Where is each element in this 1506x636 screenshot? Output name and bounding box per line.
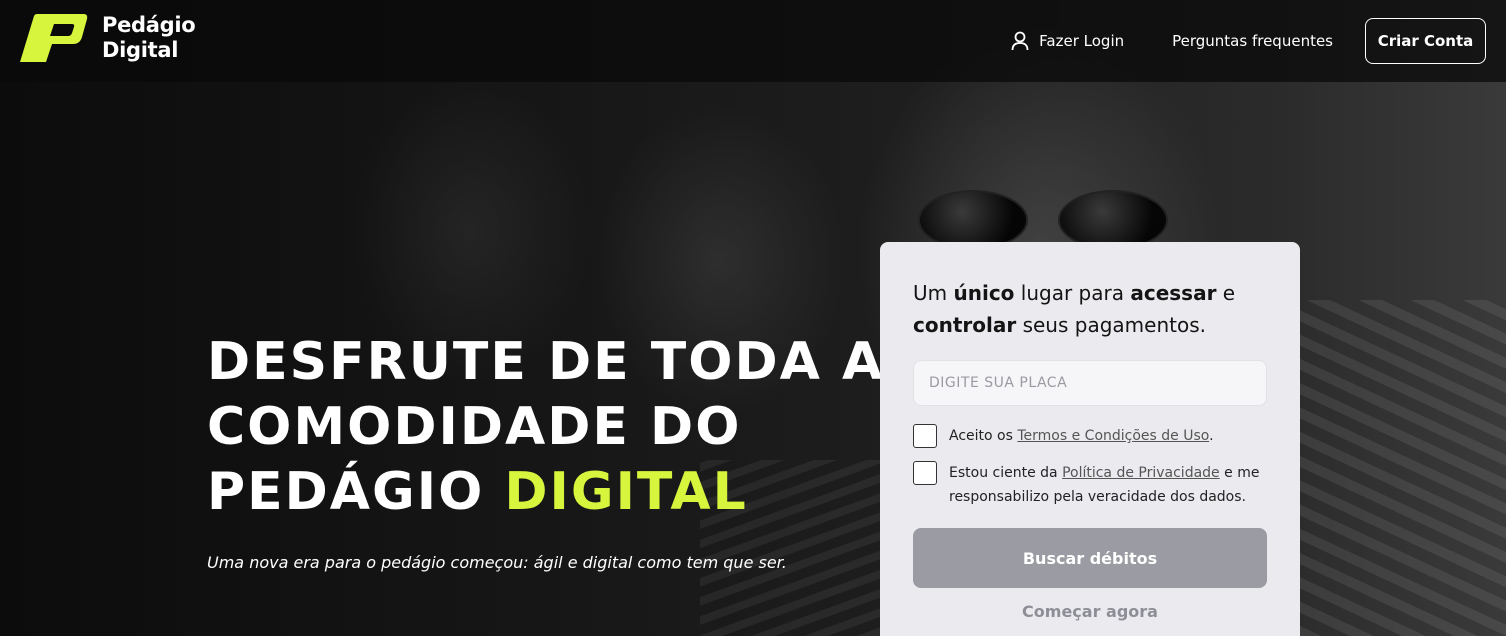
title-text: seus pagamentos.	[1022, 313, 1206, 337]
login-link[interactable]: Fazer Login	[1011, 31, 1124, 51]
brand-name-line1: Pedágio	[102, 13, 196, 37]
terms-suffix: .	[1209, 428, 1214, 444]
sunglasses-image	[918, 190, 1168, 250]
logo-mark-icon	[20, 14, 88, 62]
terms-text: Aceito os Termos e Condições de Uso.	[949, 424, 1269, 448]
brand-logo[interactable]: Pedágio Digital	[18, 12, 196, 64]
plate-search-card: Um único lugar para acessar e controlar …	[880, 242, 1300, 636]
hero-subline: Uma nova era para o pedágio começou: ági…	[207, 553, 787, 572]
plate-input[interactable]	[913, 360, 1267, 406]
faq-link[interactable]: Perguntas frequentes	[1172, 32, 1333, 50]
headline-accent: DIGITAL	[504, 462, 748, 522]
privacy-consent-row: Estou ciente da Política de Privacidade …	[913, 461, 1269, 509]
title-bold: controlar	[913, 313, 1017, 337]
title-text: Um	[913, 281, 948, 305]
search-debts-button[interactable]: Buscar débitos	[913, 528, 1267, 588]
title-bold: acessar	[1130, 281, 1217, 305]
hero-headline: DESFRUTE DE TODA A COMODIDADE DO PEDÁGIO…	[207, 330, 887, 525]
headline-line3-prefix: PEDÁGIO	[207, 462, 485, 522]
terms-consent-row: Aceito os Termos e Condições de Uso.	[913, 424, 1269, 448]
headline-line2: COMODIDADE DO	[207, 397, 742, 457]
title-text: lugar para	[1020, 281, 1124, 305]
title-text: e	[1222, 281, 1236, 305]
terms-checkbox[interactable]	[913, 424, 937, 448]
terms-link[interactable]: Termos e Condições de Uso	[1017, 428, 1209, 444]
brand-name-line2: Digital	[102, 38, 179, 62]
privacy-link[interactable]: Política de Privacidade	[1062, 465, 1220, 481]
title-bold: único	[953, 281, 1015, 305]
user-icon	[1011, 31, 1029, 51]
top-navigation: Pedágio Digital Fazer Login Perguntas fr…	[0, 0, 1506, 82]
privacy-checkbox[interactable]	[913, 461, 937, 485]
header-nav: Fazer Login Perguntas frequentes Criar C…	[1011, 18, 1486, 64]
privacy-prefix: Estou ciente da	[949, 465, 1058, 481]
create-account-button[interactable]: Criar Conta	[1365, 18, 1486, 64]
headline-line1: DESFRUTE DE TODA A	[207, 332, 885, 392]
start-now-link[interactable]: Começar agora	[913, 602, 1267, 621]
privacy-text: Estou ciente da Política de Privacidade …	[949, 461, 1269, 509]
terms-prefix: Aceito os	[949, 428, 1013, 444]
brand-name: Pedágio Digital	[102, 13, 196, 63]
login-label: Fazer Login	[1039, 32, 1125, 50]
card-title: Um único lugar para acessar e controlar …	[913, 277, 1273, 341]
